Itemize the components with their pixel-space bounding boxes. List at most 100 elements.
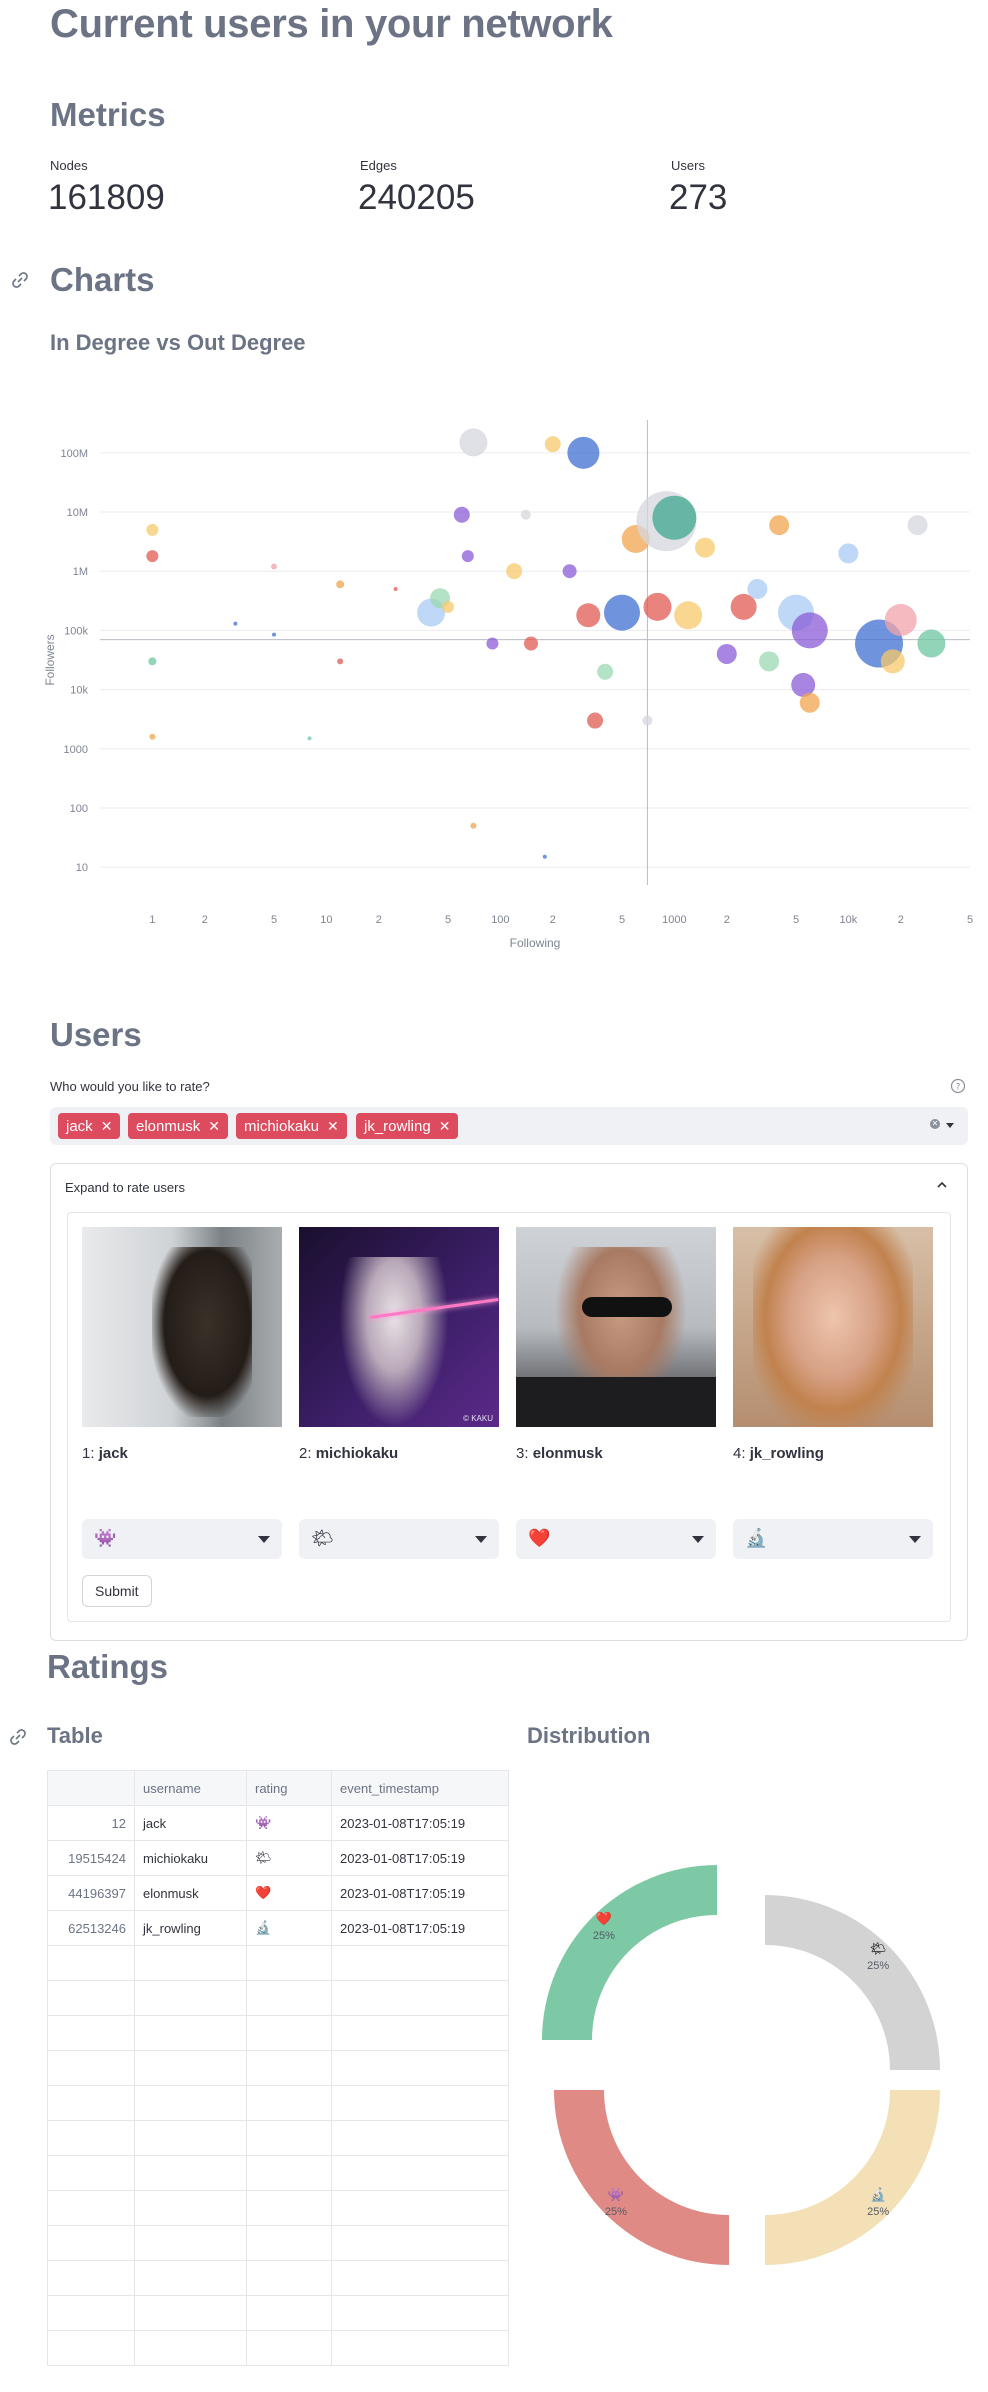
table-cell-index[interactable] — [47, 2120, 135, 2156]
scatter-point[interactable] — [884, 603, 917, 636]
scatter-point[interactable] — [674, 601, 703, 630]
col-index[interactable] — [47, 1770, 135, 1806]
table-cell-index[interactable] — [47, 1980, 135, 2016]
table-cell[interactable] — [134, 2050, 247, 2086]
table-cell[interactable] — [246, 1980, 332, 2016]
table-cell[interactable] — [246, 2120, 332, 2156]
table-cell[interactable] — [246, 2015, 332, 2051]
scatter-point[interactable] — [506, 563, 523, 580]
table-cell[interactable]: michiokaku — [134, 1840, 247, 1876]
table-cell[interactable] — [331, 2295, 509, 2331]
remove-tag-icon[interactable]: ✕ — [101, 1118, 113, 1134]
table-cell[interactable] — [246, 2050, 332, 2086]
table-cell-index[interactable]: 44196397 — [47, 1875, 135, 1911]
scatter-chart[interactable]: 10 100 1000 10k 100k 1M 10M 100M 1 2 5 10 2 5 100 2 5 100… — [40, 420, 980, 960]
table-cell[interactable] — [134, 2330, 247, 2366]
table-cell-index[interactable] — [47, 2015, 135, 2051]
table-cell[interactable] — [134, 2155, 247, 2191]
table-cell[interactable] — [134, 2225, 247, 2261]
distribution-donut-chart[interactable]: 🌤 25% 🔬 25% 👾 25% ❤️ 25% — [527, 1860, 967, 2300]
table-cell[interactable] — [134, 1945, 247, 1981]
table-cell[interactable] — [331, 2155, 509, 2191]
table-cell[interactable] — [331, 2330, 509, 2366]
table-row[interactable] — [47, 2190, 509, 2226]
rating-select-michiokaku[interactable]: 🌤 — [299, 1519, 499, 1559]
scatter-point[interactable] — [587, 712, 604, 729]
table-cell[interactable]: ❤️ — [246, 1875, 332, 1911]
tag-michiokaku[interactable]: michiokaku ✕ — [236, 1113, 347, 1139]
scatter-point[interactable] — [148, 657, 157, 666]
donut-slice[interactable] — [542, 1865, 717, 2040]
ratings-table[interactable]: username rating event_timestamp 12 jack 👾 2… — [47, 1770, 509, 2366]
table-row[interactable] — [47, 1980, 509, 2016]
scatter-point[interactable] — [470, 822, 477, 829]
scatter-point[interactable] — [917, 629, 946, 658]
table-cell[interactable]: 2023-01-08T17:05:19 — [331, 1840, 509, 1876]
scatter-point[interactable] — [759, 651, 780, 672]
scatter-point[interactable] — [459, 428, 488, 457]
scatter-point[interactable] — [604, 594, 640, 631]
table-cell[interactable] — [134, 1980, 247, 2016]
table-cell[interactable]: 2023-01-08T17:05:19 — [331, 1805, 509, 1841]
table-cell[interactable]: 🔬 — [246, 1910, 332, 1946]
table-cell[interactable] — [331, 2260, 509, 2296]
table-cell[interactable] — [331, 2190, 509, 2226]
scatter-point[interactable] — [524, 636, 539, 651]
scatter-point[interactable] — [576, 603, 601, 628]
scatter-point[interactable] — [337, 658, 344, 665]
link-icon[interactable] — [8, 1727, 28, 1747]
table-row[interactable] — [47, 2155, 509, 2191]
table-row[interactable] — [47, 2015, 509, 2051]
chevron-up-icon[interactable] — [935, 1178, 949, 1192]
tag-jk-rowling[interactable]: jk_rowling ✕ — [356, 1113, 459, 1139]
table-cell[interactable] — [331, 1980, 509, 2016]
rating-select-elonmusk[interactable]: ❤️ — [516, 1519, 716, 1559]
dropdown-caret-icon[interactable] — [946, 1123, 954, 1128]
scatter-point[interactable] — [442, 600, 454, 613]
scatter-point[interactable] — [336, 580, 345, 589]
table-row[interactable] — [47, 2330, 509, 2366]
table-cell[interactable] — [331, 2050, 509, 2086]
table-cell[interactable]: 🌤 — [246, 1840, 332, 1876]
scatter-point[interactable] — [716, 643, 737, 664]
table-cell[interactable] — [246, 1945, 332, 1981]
remove-tag-icon[interactable]: ✕ — [208, 1118, 220, 1134]
scatter-point[interactable] — [642, 715, 653, 726]
table-cell[interactable] — [246, 2190, 332, 2226]
scatter-point[interactable] — [769, 515, 790, 536]
table-cell[interactable] — [246, 2330, 332, 2366]
table-cell[interactable] — [331, 2225, 509, 2261]
scatter-point[interactable] — [544, 436, 561, 453]
scatter-point[interactable] — [880, 649, 905, 674]
table-cell[interactable] — [134, 2085, 247, 2121]
col-event-timestamp[interactable]: event_timestamp — [331, 1770, 509, 1806]
table-cell[interactable]: jk_rowling — [134, 1910, 247, 1946]
scatter-point[interactable] — [393, 587, 398, 592]
table-row[interactable]: 44196397 elonmusk ❤️ 2023-01-08T17:05:19 — [47, 1875, 509, 1911]
scatter-point[interactable] — [453, 506, 470, 523]
table-row[interactable] — [47, 2260, 509, 2296]
table-cell[interactable]: 👾 — [246, 1805, 332, 1841]
table-cell[interactable] — [331, 2015, 509, 2051]
table-cell-index[interactable] — [47, 2155, 135, 2191]
scatter-point[interactable] — [146, 550, 159, 563]
table-cell-index[interactable] — [47, 2330, 135, 2366]
question-circle-icon[interactable]: ? — [950, 1078, 966, 1094]
table-row[interactable]: 62513246 jk_rowling 🔬 2023-01-08T17:05:19 — [47, 1910, 509, 1946]
multiselect[interactable]: jack ✕ elonmusk ✕ michiokaku ✕ jk_rowling ✕ … — [50, 1107, 968, 1145]
table-row[interactable] — [47, 2085, 509, 2121]
scatter-point[interactable] — [562, 564, 577, 579]
table-cell[interactable] — [134, 2260, 247, 2296]
table-cell[interactable] — [331, 2085, 509, 2121]
scatter-point[interactable] — [486, 637, 499, 650]
remove-tag-icon[interactable]: ✕ — [439, 1118, 451, 1134]
table-cell-index[interactable] — [47, 2050, 135, 2086]
scatter-point[interactable] — [149, 733, 156, 740]
remove-tag-icon[interactable]: ✕ — [327, 1118, 339, 1134]
scatter-point[interactable] — [652, 495, 697, 540]
col-username[interactable]: username — [134, 1770, 247, 1806]
scatter-point[interactable] — [597, 663, 614, 680]
rating-select-jack[interactable]: 👾 — [82, 1519, 282, 1559]
scatter-point[interactable] — [747, 579, 768, 600]
table-row[interactable] — [47, 2225, 509, 2261]
